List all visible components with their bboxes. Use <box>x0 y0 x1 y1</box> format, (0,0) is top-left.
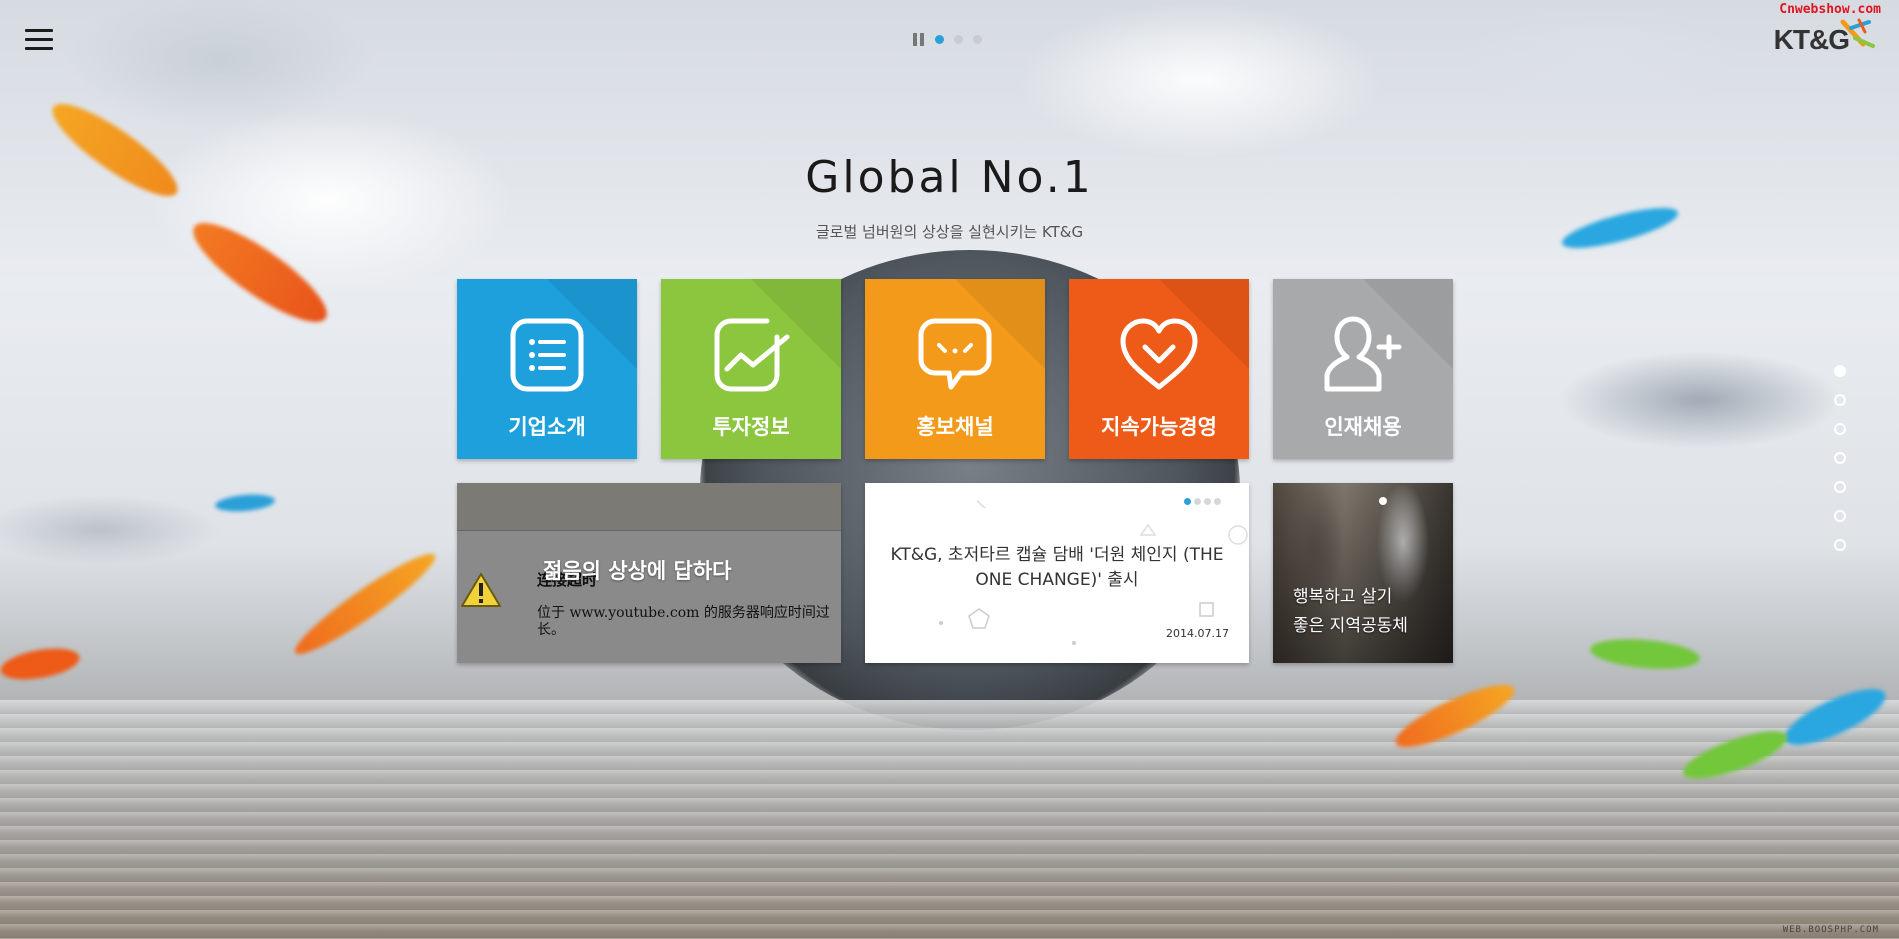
add-user-icon <box>1324 316 1402 392</box>
slider-dot[interactable] <box>973 35 982 44</box>
news-pagination <box>1184 498 1221 505</box>
logo-mark-icon <box>1840 18 1875 48</box>
section-nav-dot[interactable] <box>1834 423 1846 435</box>
speech-bubble-icon <box>918 318 992 390</box>
news-dot[interactable] <box>1204 498 1211 505</box>
tile-investor-info[interactable]: 투자정보 <box>661 279 841 459</box>
pause-icon[interactable] <box>913 33 925 46</box>
list-icon <box>510 318 584 392</box>
news-date: 2014.07.17 <box>1166 627 1229 640</box>
slider-dot[interactable] <box>935 35 944 44</box>
tile-company-intro[interactable]: 기업소개 <box>457 279 637 459</box>
photo-caption: 행복하고 살기 좋은 지역공동체 <box>1293 583 1408 641</box>
photo-indicator-dot <box>1379 497 1387 505</box>
news-dot[interactable] <box>1214 498 1221 505</box>
footer-watermark: WEB.BOOSPHP.COM <box>1782 925 1879 935</box>
hamburger-menu-icon[interactable] <box>25 29 53 53</box>
menu-line <box>25 47 53 50</box>
tile-pr-channel[interactable]: 홍보채널 <box>865 279 1045 459</box>
error-message: 位于 www.youtube.com 的服务器响应时间过长。 <box>537 605 830 638</box>
slider-controls <box>913 33 982 46</box>
video-top-bar <box>457 483 841 531</box>
warning-icon <box>461 573 501 607</box>
tile-recruitment[interactable]: 인재채용 <box>1273 279 1453 459</box>
photo-caption-line: 행복하고 살기 <box>1293 587 1393 607</box>
news-headline[interactable]: KT&G, 초저타르 캡슐 담배 '더원 체인지 (THE ONE CHANGE… <box>875 543 1239 593</box>
section-nav-dot[interactable] <box>1834 510 1846 522</box>
chart-trend-icon <box>714 318 790 392</box>
heart-icon <box>1120 318 1198 390</box>
background-sea <box>0 700 1899 939</box>
news-dot[interactable] <box>1194 498 1201 505</box>
section-nav-dot[interactable] <box>1834 394 1846 406</box>
page-subtitle: 글로벌 넘버원의 상상을 실현시키는 KT&G <box>815 223 1084 241</box>
slider-dot[interactable] <box>954 35 963 44</box>
tile-label: 기업소개 <box>508 415 586 439</box>
tile-label: 지속가능경영 <box>1101 415 1217 439</box>
community-photo-card[interactable]: 행복하고 살기 좋은 지역공동체 <box>1273 483 1453 663</box>
watermark-text: Cnwebshow.com <box>1779 2 1881 17</box>
tile-label: 투자정보 <box>712 415 790 439</box>
tile-sustainability[interactable]: 지속가능경영 <box>1069 279 1249 459</box>
section-nav <box>1834 365 1846 551</box>
section-nav-dot[interactable] <box>1834 539 1846 551</box>
photo-caption-line: 좋은 지역공동체 <box>1293 616 1408 636</box>
page-title: Global No.1 <box>805 152 1094 203</box>
news-dot[interactable] <box>1184 498 1191 505</box>
menu-line <box>25 38 53 41</box>
tile-label: 홍보채널 <box>916 415 994 439</box>
section-nav-dot[interactable] <box>1834 452 1846 464</box>
video-card[interactable]: 连接超时 位于 www.youtube.com 的服务器响应时间过长。 젊음의 … <box>457 483 841 663</box>
video-caption: 젊음의 상상에 답하다 <box>543 559 732 583</box>
tile-label: 인재채용 <box>1324 415 1402 439</box>
section-nav-dot[interactable] <box>1834 481 1846 493</box>
news-card[interactable]: KT&G, 초저타르 캡슐 담배 '더원 체인지 (THE ONE CHANGE… <box>865 483 1249 663</box>
menu-line <box>25 29 53 32</box>
section-nav-dot[interactable] <box>1834 365 1846 377</box>
